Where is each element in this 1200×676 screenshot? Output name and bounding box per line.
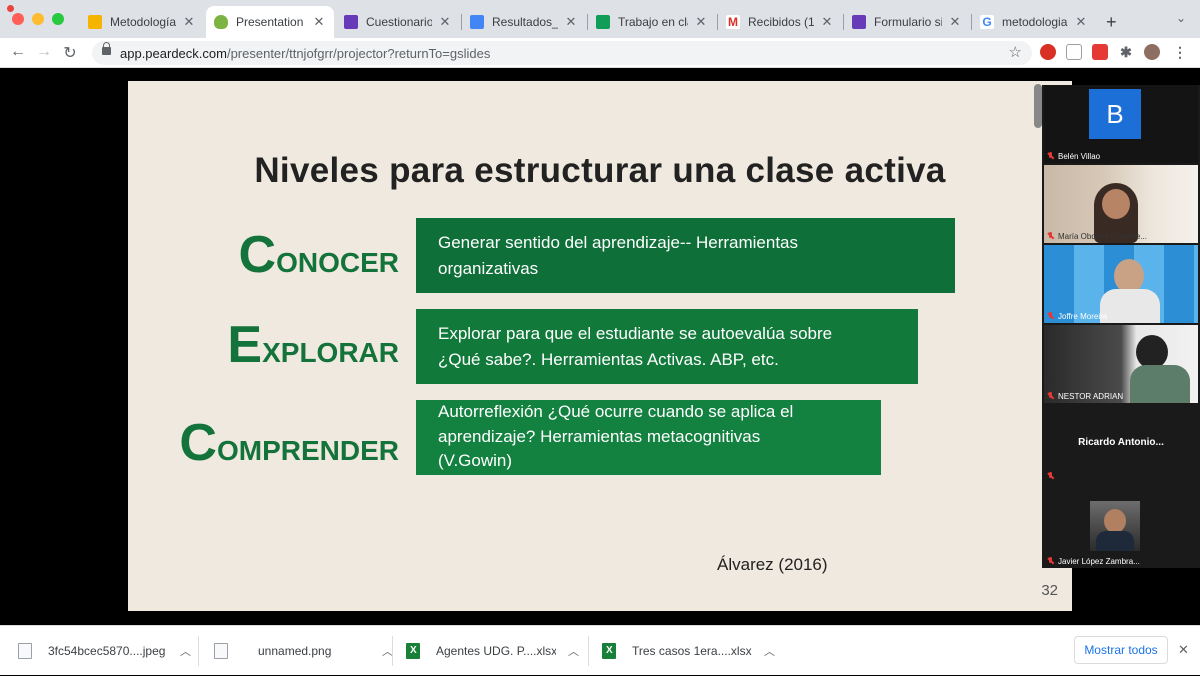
minimize-window-button[interactable] [32,13,44,25]
mic-off-icon [1047,312,1054,320]
profile-avatar[interactable] [1144,44,1160,60]
slide-title: Niveles para estructurar una clase activ… [254,151,946,190]
new-tab-icon[interactable]: + [1106,12,1117,33]
video-face [1114,259,1144,293]
excel-file-icon [602,643,616,659]
tab-cuestionario[interactable]: Cuestionario de ✕ [336,6,460,38]
mic-off-icon [1047,152,1054,160]
download-item[interactable]: 3fc54bcec5870....jpeg ︿ [18,626,191,676]
avatar: B [1089,89,1141,139]
close-icon[interactable]: ✕ [820,14,834,30]
participant-tile[interactable]: Ricardo Antonio... [1044,405,1198,483]
show-all-downloads-button[interactable]: Mostrar todos [1074,636,1168,664]
participant-tile[interactable]: Joffre Moreira [1044,245,1198,323]
chevron-up-icon[interactable]: ︿ [764,643,775,659]
participant-thumbnail [1090,501,1140,551]
close-window-button[interactable] [12,13,24,25]
close-icon[interactable]: ✕ [948,14,962,30]
level-box-conocer: Generar sentido del aprendizaje-- Herram… [416,218,955,293]
recording-indicator-icon [7,5,14,12]
slide: Niveles para estructurar una clase activ… [128,81,1072,611]
tab-trabajo[interactable]: Trabajo en clase ✕ [588,6,716,38]
download-item[interactable]: Agentes UDG. P....xlsx ︿ [406,626,579,676]
participant-tile[interactable]: María Obdulia Gonzale... [1044,165,1198,243]
tab-presentation[interactable]: Presentation Se ✕ [206,6,334,38]
docs-icon [470,15,484,29]
google-icon: G [980,15,994,29]
url-text: app.peardeck.com/presenter/ttnjofgrr/pro… [120,46,491,61]
chevron-up-icon[interactable]: ︿ [180,643,191,659]
tab-metodologias[interactable]: Metodologías in ✕ [80,6,204,38]
browser-toolbar: ← → ↻ app.peardeck.com/presenter/ttnjofg… [0,38,1200,68]
close-icon[interactable]: ✕ [438,14,452,30]
tab-google-search[interactable]: G metodologia de ✕ [972,6,1096,38]
level-word-conocer: CONOCER [238,226,399,284]
mic-off-icon [1047,392,1054,400]
close-icon[interactable]: ✕ [694,14,708,30]
slides-icon [88,15,102,29]
fullscreen-window-button[interactable] [52,13,64,25]
reload-icon[interactable]: ↻ [60,43,80,63]
image-file-icon [18,643,32,659]
level-word-explorar: EXPLORAR [227,316,399,374]
presenter-area: Niveles para estructurar una clase activ… [0,68,1200,625]
participant-tile[interactable]: B Belén Villao [1044,85,1198,163]
download-separator [198,636,199,666]
extension-badge-icon[interactable] [1040,44,1056,60]
level-word-comprender: COMPRENDER [179,414,399,472]
tab-strip: Metodologías in ✕ Presentation Se ✕ Cues… [0,0,1200,38]
chevron-up-icon[interactable]: ︿ [568,643,579,659]
pdf-extension-icon[interactable] [1092,44,1108,60]
image-file-icon [214,643,228,659]
mic-off-icon [1047,232,1054,240]
headphones-icon [1136,335,1168,369]
downloads-bar: 3fc54bcec5870....jpeg ︿ unnamed.png ︿ Ag… [0,625,1200,675]
participants-panel: B Belén Villao María Obdulia Gonzale... … [1042,85,1200,568]
level-box-comprender: Autorreflexión ¿Qué ocurre cuando se apl… [416,400,881,475]
close-icon[interactable]: ✕ [1178,642,1189,658]
close-icon[interactable]: ✕ [182,14,196,30]
puzzle-extensions-icon[interactable]: ✱ [1118,44,1134,60]
tab-resultados[interactable]: Resultados_Vis ✕ [462,6,586,38]
peardeck-icon [214,15,228,29]
gmail-icon: M [726,15,740,29]
bookmark-star-icon[interactable]: ☆ [1009,43,1022,61]
kebab-menu-icon[interactable]: ⋮ [1172,44,1188,60]
forward-arrow-icon[interactable]: → [34,43,54,61]
scrollbar-thumb[interactable] [1034,84,1042,128]
tab-formulario[interactable]: Formulario sin t ✕ [844,6,970,38]
download-item[interactable]: Tres casos 1era....xlsx ︿ [602,626,775,676]
citation: Álvarez (2016) [717,555,828,574]
participant-tile[interactable]: Javier López Zambra... [1044,485,1198,568]
download-item[interactable]: unnamed.png ︿ [214,626,393,676]
mic-off-icon [1047,557,1054,565]
chevron-down-icon[interactable]: ⌄ [1176,11,1186,25]
participant-tile[interactable]: NESTOR ADRIAN [1044,325,1198,403]
tab-gmail[interactable]: M Recibidos (172) ✕ [718,6,842,38]
excel-file-icon [406,643,420,659]
slide-number: 32 [1041,582,1058,599]
lock-icon [102,42,111,55]
mic-off-icon [1047,472,1054,480]
document-extension-icon[interactable] [1066,44,1082,60]
download-separator [588,636,589,666]
video-person [1130,365,1190,403]
close-icon[interactable]: ✕ [564,14,578,30]
close-icon[interactable]: ✕ [312,14,326,30]
address-bar[interactable]: app.peardeck.com/presenter/ttnjofgrr/pro… [92,41,1032,65]
download-separator [392,636,393,666]
back-arrow-icon[interactable]: ← [8,43,28,61]
video-person [1100,289,1160,323]
forms-icon [344,15,358,29]
classroom-icon [596,15,610,29]
video-face [1102,189,1130,219]
level-box-explorar: Explorar para que el estudiante se autoe… [416,309,918,384]
close-icon[interactable]: ✕ [1074,14,1088,30]
forms-icon [852,15,866,29]
